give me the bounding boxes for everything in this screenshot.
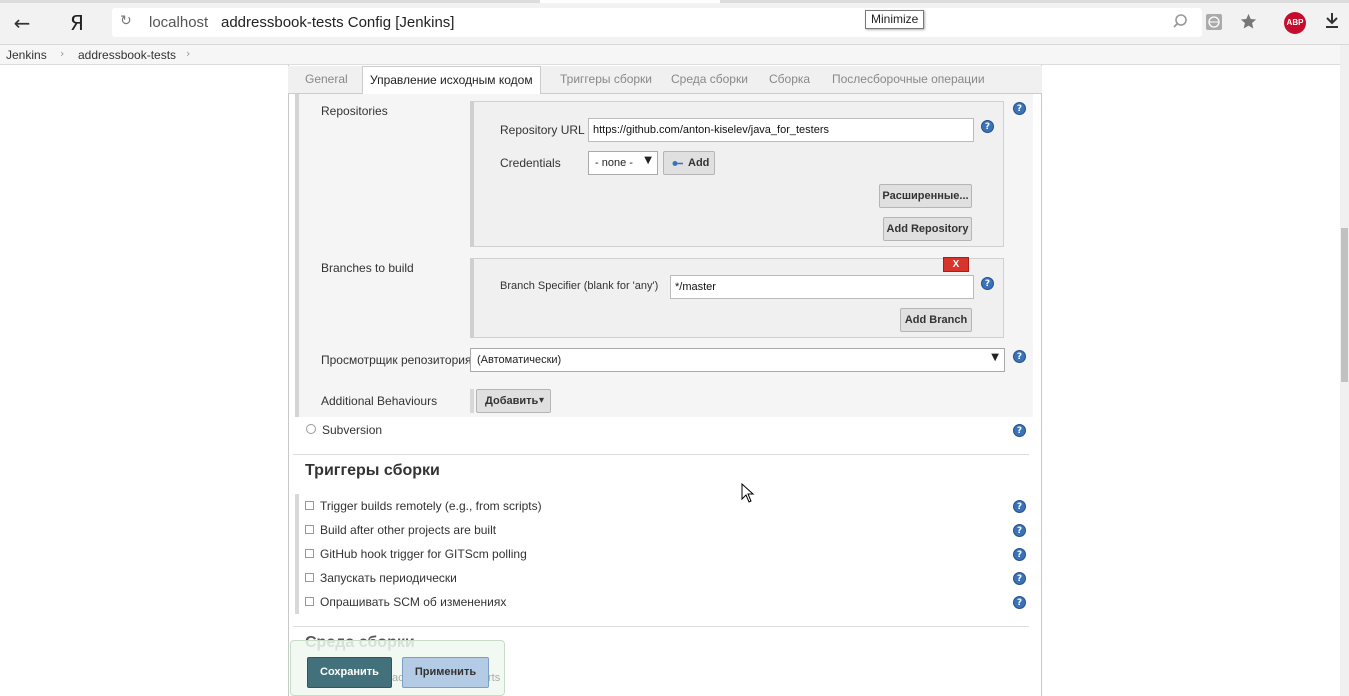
search-icon[interactable] (1170, 13, 1190, 33)
trigger-checkbox[interactable] (305, 597, 314, 606)
minimize-tooltip: Minimize (865, 10, 925, 29)
advanced-button[interactable]: Расширенные... (879, 184, 972, 208)
trigger-checkbox[interactable] (305, 501, 314, 510)
help-icon[interactable]: ? (1013, 424, 1026, 437)
section-tabs: General Управление исходным кодом Тригге… (288, 66, 1042, 95)
branches-label: Branches to build (321, 261, 414, 275)
repository-url-input[interactable]: https://github.com/anton-kiselev/java_fo… (588, 118, 974, 142)
help-icon[interactable]: ? (1013, 548, 1026, 561)
section-divider (293, 454, 1029, 455)
url-host: localhost (149, 14, 209, 31)
download-icon[interactable] (1325, 12, 1339, 32)
active-tab-indicator (540, 0, 720, 3)
help-icon[interactable]: ? (981, 120, 994, 133)
tab-scm[interactable]: Управление исходным кодом (362, 66, 541, 95)
tab-build-environment[interactable]: Среда сборки (671, 72, 748, 86)
add-repository-button[interactable]: Add Repository (883, 217, 972, 241)
subversion-radio[interactable] (306, 424, 316, 434)
save-button[interactable]: Сохранить (307, 657, 392, 688)
breadcrumb-separator-icon[interactable]: › (186, 47, 190, 60)
build-triggers-heading: Триггеры сборки (305, 462, 440, 479)
subversion-label: Subversion (322, 423, 383, 437)
star-icon[interactable] (1238, 13, 1258, 33)
behaviours-bar (470, 389, 474, 413)
mouse-cursor-icon (741, 483, 755, 503)
branch-specifier-input[interactable]: */master (670, 275, 974, 299)
repository-url-label: Repository URL (500, 123, 585, 137)
adblock-icon[interactable]: ABP (1284, 12, 1306, 34)
page-title: addressbook-tests Config [Jenkins] (221, 14, 455, 31)
trigger-remote-label: Trigger builds remotely (e.g., from scri… (320, 499, 542, 513)
help-icon[interactable]: ? (1013, 102, 1026, 115)
yandex-icon[interactable]: Я (70, 11, 88, 35)
breadcrumb-separator-icon[interactable]: › (60, 47, 64, 60)
repo-browser-select[interactable]: (Автоматически) ▼ (470, 348, 1005, 372)
add-behaviour-button[interactable]: Добавить ▾ (476, 389, 551, 413)
help-icon[interactable]: ? (1013, 500, 1026, 513)
additional-behaviours-label: Additional Behaviours (321, 394, 438, 408)
help-icon[interactable]: ? (981, 277, 994, 290)
trigger-checkbox[interactable] (305, 549, 314, 558)
repo-browser-value: (Автоматически) (477, 354, 562, 366)
repositories-label: Repositories (321, 104, 388, 118)
add-behaviour-label: Добавить (485, 395, 539, 407)
address-bar[interactable]: ↻ localhost addressbook-tests Config [Je… (112, 8, 1202, 37)
chevron-down-icon: ▼ (991, 352, 999, 363)
triggers-bar (295, 494, 299, 614)
section-divider (293, 626, 1029, 627)
caret-down-icon: ▾ (538, 395, 544, 406)
back-arrow-icon[interactable]: ← (10, 11, 34, 35)
credentials-value: - none - (595, 157, 633, 169)
help-icon[interactable]: ? (1013, 350, 1026, 363)
repo-browser-label: Просмотрщик репозитория (321, 353, 472, 367)
trigger-periodic-label: Запускать периодически (320, 571, 457, 585)
credentials-label: Credentials (500, 156, 561, 170)
branch-specifier-label: Branch Specifier (blank for 'any') (500, 280, 659, 292)
chevron-down-icon: ▼ (644, 155, 652, 166)
scrollbar-thumb[interactable] (1341, 228, 1348, 382)
partial-text: rts (488, 672, 501, 684)
add-credentials-label: Add (688, 157, 710, 169)
trigger-github-hook-label: GitHub hook trigger for GITScm polling (320, 547, 527, 561)
trigger-poll-scm-label: Опрашивать SCM об изменениях (320, 595, 507, 609)
reload-icon[interactable]: ↻ (120, 13, 132, 29)
tab-general[interactable]: General (305, 72, 348, 86)
add-credentials-button[interactable]: Add (663, 151, 715, 175)
breadcrumb-project[interactable]: addressbook-tests (78, 48, 176, 62)
delete-branch-button[interactable]: X (943, 257, 969, 272)
help-icon[interactable]: ? (1013, 572, 1026, 585)
browser-toolbar: ← Я ↻ localhost addressbook-tests Config… (0, 0, 1349, 45)
apply-button[interactable]: Применить (402, 657, 489, 688)
tab-post-build[interactable]: Послесборочные операции (832, 72, 985, 86)
help-icon[interactable]: ? (1013, 596, 1026, 609)
tab-build[interactable]: Сборка (769, 72, 810, 86)
tab-build-triggers[interactable]: Триггеры сборки (560, 72, 652, 86)
trigger-checkbox[interactable] (305, 573, 314, 582)
trigger-checkbox[interactable] (305, 525, 314, 534)
breadcrumb-jenkins[interactable]: Jenkins (6, 48, 47, 62)
key-icon (672, 161, 683, 166)
credentials-select[interactable]: - none - ▼ (588, 151, 658, 175)
add-branch-button[interactable]: Add Branch (900, 308, 972, 332)
help-icon[interactable]: ? (1013, 524, 1026, 537)
breadcrumb: Jenkins › addressbook-tests › (0, 45, 1340, 65)
trigger-after-projects-label: Build after other projects are built (320, 523, 497, 537)
vpn-icon[interactable] (1204, 13, 1224, 33)
tab-strip (0, 0, 1349, 3)
